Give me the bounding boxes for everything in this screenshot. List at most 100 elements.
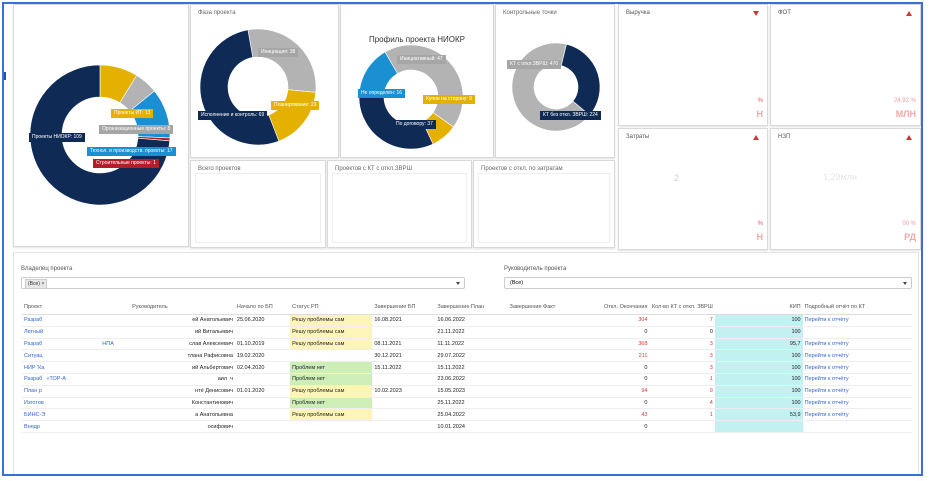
kt-count-cell: 9	[649, 385, 715, 398]
column-header[interactable]: КИП	[714, 300, 803, 315]
report-link[interactable]: Перейти к отчёту	[802, 385, 912, 398]
report-link[interactable]: Перейти к отчёту	[802, 361, 912, 374]
project-name-cell-text[interactable]: БИНС-Э	[24, 412, 45, 418]
owner-filter-select[interactable]: (Все) ×	[21, 277, 465, 289]
table-row[interactable]: Изготов Константинович Проблем нет 25.11.20…	[22, 397, 912, 410]
column-header[interactable]: Завершение БП	[372, 300, 436, 315]
label-profile-init: Инициативный: 47	[397, 55, 446, 64]
tile-cost-title: Проектов с откл. по затратам	[481, 166, 563, 172]
kip-cell-text: 100	[791, 317, 801, 324]
project-name-cell[interactable]: План р	[22, 385, 131, 398]
column-header[interactable]: Статус РП	[290, 300, 373, 315]
project-name-cell[interactable]: Разраб	[22, 314, 131, 327]
kip-cell-text: 100	[791, 399, 801, 406]
status-cell-text: Проблем нет	[292, 376, 326, 383]
start-date-cell-text: 01.10.2019	[236, 340, 265, 347]
checkpoints-panel: Контрольные точки КТ с откл.ЗВРШ: 470 КТ…	[495, 4, 615, 158]
project-name-cell[interactable]: Изготов	[22, 397, 131, 410]
kt-count-cell-text: 9	[709, 388, 713, 395]
project-name-cell-text[interactable]: Летный	[24, 329, 43, 335]
report-link-text[interactable]: Перейти к отчёту	[805, 353, 849, 359]
manager-cell: осифович	[130, 420, 235, 433]
bp-end-cell	[372, 373, 436, 386]
project-name-cell-text[interactable]: План р	[24, 388, 42, 394]
table-row[interactable]: БИНС-Э а Анатольевна Решу проблемы сам 25.0…	[22, 408, 912, 422]
label-org: Организационные проекты: 8	[99, 125, 174, 134]
project-name-cell[interactable]: Ситуац	[22, 349, 131, 363]
column-header[interactable]: Проект	[22, 300, 131, 315]
project-name-cell-text[interactable]: Разраб	[24, 341, 42, 347]
table-row[interactable]: Ситуац тлана Рафисовна 19.02.2020 30.12.202…	[22, 349, 912, 363]
fact-end-cell	[507, 361, 582, 374]
table-row[interactable]: Разраб «ТОР-А аил ч Проблем нет 23.06.2022 0 1 1…	[22, 373, 912, 386]
label-profile-undef: Не определён: 16	[358, 89, 406, 98]
table-row[interactable]: Летный ий Витальевич Решу проблемы сам 21.1…	[22, 326, 912, 339]
bp-end-cell-text: 10.02.2023	[374, 388, 402, 395]
manager-filter-select[interactable]: (Все)	[504, 277, 912, 289]
project-name-cell[interactable]: Разраб «ТОР-А	[22, 373, 131, 386]
fact-end-cell	[507, 385, 582, 398]
chevron-down-icon[interactable]	[903, 282, 907, 285]
report-link-text[interactable]: Перейти к отчёту	[805, 376, 849, 382]
table-row[interactable]: План р нтé Денисович 01.01.2020 Решу пробле…	[22, 385, 912, 398]
deviation-cell-text: 0	[644, 329, 648, 336]
table-row[interactable]: Разраб НПА слав Алексеевич 01.10.2019 Решу п…	[22, 338, 912, 351]
column-header[interactable]: Завершение Факт	[507, 300, 582, 315]
report-link-text[interactable]: Перейти к отчёту	[805, 317, 849, 323]
report-link-text[interactable]: Перейти к отчёту	[805, 365, 849, 371]
left-edge-marker	[4, 72, 6, 80]
report-link[interactable]	[802, 420, 912, 433]
table-row[interactable]: Разраб ей Анатольевич 25.06.2020 Решу пробл…	[22, 314, 912, 327]
project-name-cell-text[interactable]: Ситуац	[24, 353, 43, 359]
table-row[interactable]: НИР 'Ка ий Альбертович 02.04.2020 Проблем н…	[22, 361, 912, 374]
report-link[interactable]: Перейти к отчёту	[802, 408, 912, 422]
column-header[interactable]: Откл. Окончания	[581, 300, 650, 315]
plan-end-cell: 15.11.2022	[435, 361, 508, 374]
plan-end-cell-text: 23.06.2022	[437, 376, 465, 383]
project-name-cell-text[interactable]: Разраб	[24, 317, 42, 323]
report-link[interactable]	[802, 326, 912, 339]
fact-end-cell	[507, 408, 582, 422]
report-link[interactable]: Перейти к отчёту	[802, 373, 912, 386]
column-header[interactable]: Руководитель	[130, 300, 235, 315]
table-row[interactable]: Внедр осифович 10.01.2024 0	[22, 420, 912, 433]
label-phase-exec: Исполнение и контроль: 69	[198, 111, 268, 120]
donut-slice[interactable]	[560, 43, 601, 116]
report-link-text[interactable]: Перейти к отчёту	[805, 388, 849, 394]
project-name-cell[interactable]: Внедр	[22, 420, 131, 433]
fact-end-cell	[507, 338, 582, 351]
column-header[interactable]: Кол-во КТ с откл. ЗВРШ	[649, 300, 715, 315]
project-name-cell-text[interactable]: Изготов	[24, 400, 44, 406]
fact-end-cell	[507, 326, 582, 339]
status-cell	[290, 349, 373, 363]
column-header[interactable]: Подробный отчёт по КТ	[802, 300, 912, 315]
phase-donut	[199, 28, 317, 146]
project-name-cell[interactable]: БИНС-Э	[22, 408, 131, 422]
deviation-cell-text: 211	[638, 352, 648, 359]
report-link[interactable]: Перейти к отчёту	[802, 349, 912, 363]
report-link-text[interactable]: Перейти к отчёту	[805, 341, 849, 347]
report-link[interactable]: Перейти к отчёту	[802, 314, 912, 327]
kip-cell: 100	[714, 373, 803, 386]
project-name-cell[interactable]: Летный	[22, 326, 131, 339]
report-link[interactable]: Перейти к отчёту	[802, 338, 912, 351]
project-name-cell-text[interactable]: Внедр	[24, 424, 40, 430]
close-icon[interactable]: ×	[41, 281, 44, 287]
label-it: Проекты ИТ: 13	[111, 109, 154, 118]
project-name-cell[interactable]: НИР 'Ка	[22, 361, 131, 374]
project-name-cell-text[interactable]: НИР 'Ка	[24, 365, 44, 371]
chevron-down-icon[interactable]	[456, 282, 460, 285]
report-link-text[interactable]: Перейти к отчёту	[805, 412, 849, 418]
plan-end-cell: 15.05.2023	[435, 385, 508, 398]
project-name-cell[interactable]: Разраб НПА	[22, 338, 131, 351]
column-header[interactable]: Начало по БП	[234, 300, 291, 315]
report-link-text[interactable]: Перейти к отчёту	[805, 400, 849, 406]
donut-slice[interactable]	[247, 28, 317, 93]
column-header[interactable]: Завершение План	[435, 300, 508, 315]
project-name-cell-text[interactable]: Разраб	[24, 376, 42, 382]
manager-cell: ий Альбертович	[130, 361, 235, 374]
bp-end-cell: 15.11.2022	[372, 361, 436, 374]
owner-filter-chip[interactable]: (Все) ×	[25, 279, 48, 289]
bp-end-cell-text: 15.11.2022	[374, 364, 402, 371]
report-link[interactable]: Перейти к отчёту	[802, 397, 912, 410]
